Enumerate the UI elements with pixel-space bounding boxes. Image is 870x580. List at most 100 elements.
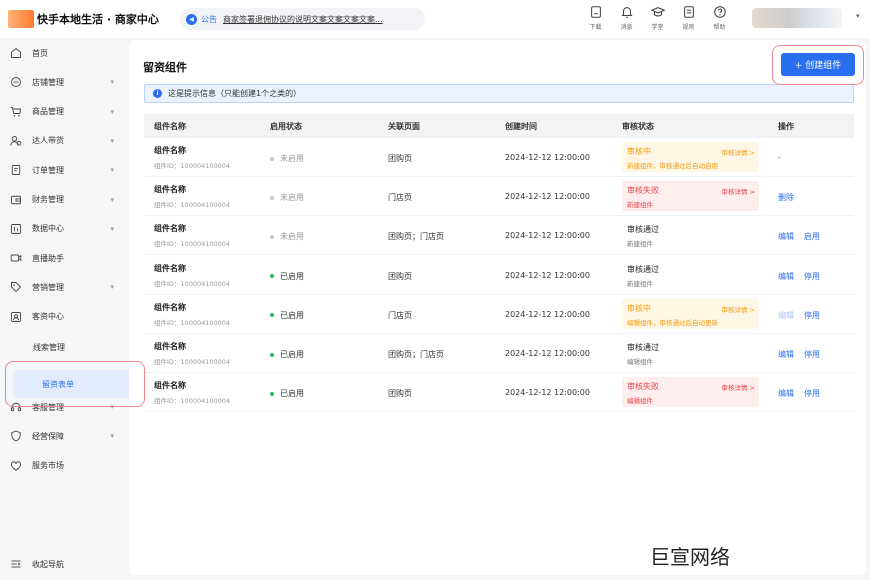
table-row: 组件名称 组件ID：100004100004 已启用 团购页；门店页 2024-12-1…: [144, 334, 854, 373]
sidebar-item-label: 直播助手: [32, 253, 64, 263]
sidebar-subitem-leads[interactable]: 线索管理: [33, 342, 65, 353]
announcement-link[interactable]: 商家签署退佣协议的说明文案文案文案文案...: [223, 14, 413, 25]
audit-status-box: 审核失败 审核详情 > 新建组件: [622, 181, 759, 212]
graduation-cap-icon: [650, 5, 665, 21]
collapse-nav-button[interactable]: 收起导航: [0, 552, 128, 576]
chevron-down-icon[interactable]: ▾: [856, 12, 860, 20]
top-tool-label: 帮助: [713, 24, 726, 31]
audit-subtext: 新建组件: [627, 240, 653, 249]
sidebar-item-shield[interactable]: 经营保障 ▾: [0, 424, 128, 448]
store-icon: [10, 76, 32, 88]
sidebar: 首页 店铺管理 ▾ 商品管理 ▾ 达人带货 ▾ 订单管理 ▾ 财务管理 ▾ 数据中心 ▾ 直播助手 营销管理…: [0, 38, 135, 580]
enable-status: 已启用: [270, 310, 304, 321]
row-actions: 编辑 停用: [778, 349, 820, 360]
highlight-active-nav: [5, 361, 145, 407]
sidebar-item-video[interactable]: 直播助手: [0, 246, 128, 270]
avatar[interactable]: [752, 8, 842, 28]
rules-icon: [682, 5, 696, 21]
sidebar-item-home[interactable]: 首页: [0, 41, 128, 65]
audit-detail-link[interactable]: 审核详情 >: [721, 147, 755, 157]
enable-status-text: 未启用: [280, 232, 304, 242]
component-name: 组件名称: [154, 185, 186, 195]
component-name: 组件名称: [154, 381, 186, 391]
audit-status-box: 审核中 审核详情 > 编辑组件，审核通过后自动更新: [622, 298, 759, 329]
chart-icon: [10, 223, 32, 235]
announcement-bar[interactable]: ◀ 公告 商家签署退佣协议的说明文案文案文案文案...: [180, 8, 425, 30]
top-tool-bell[interactable]: 消息: [611, 4, 642, 31]
top-tools: 下载 消息 学堂 规则 帮助: [580, 4, 735, 31]
collapse-icon: [10, 558, 32, 570]
action-link[interactable]: 编辑: [778, 349, 794, 360]
row-actions: 编辑 启用: [778, 231, 820, 242]
sidebar-item-label: 达人带货: [32, 136, 64, 146]
sidebar-item-label: 订单管理: [32, 165, 64, 175]
action-link[interactable]: 编辑: [778, 271, 794, 282]
linked-page: 团购页: [388, 271, 412, 281]
watermark: 巨宣网络: [650, 545, 730, 569]
audit-detail-link[interactable]: 审核详情 >: [721, 382, 755, 392]
sidebar-item-heart[interactable]: 服务市场: [0, 454, 128, 478]
top-tool-rules[interactable]: 规则: [673, 4, 704, 31]
action-link[interactable]: 停用: [804, 388, 820, 399]
sidebar-item-wallet[interactable]: 财务管理 ▾: [0, 188, 128, 212]
sidebar-item-tag[interactable]: 营销管理 ▾: [0, 275, 128, 299]
top-tool-graduation-cap[interactable]: 学堂: [642, 4, 673, 31]
shield-icon: [10, 430, 32, 442]
action-link[interactable]: 启用: [804, 231, 820, 242]
component-name: 组件名称: [154, 224, 186, 234]
action-link[interactable]: 编辑: [778, 231, 794, 242]
sidebar-item-cart[interactable]: 商品管理 ▾: [0, 100, 128, 124]
top-tool-label: 消息: [620, 24, 633, 31]
linked-page: 团购页；门店页: [388, 232, 444, 242]
created-time: 2024-12-12 12:00:00: [505, 388, 590, 398]
main-panel: 留资组件 + 创建组件 i 这是提示信息（只能创建1个之类的） 组件名称 启用状态…: [129, 40, 866, 575]
audit-detail-link[interactable]: 审核详情 >: [721, 186, 755, 196]
audit-detail-link[interactable]: 审核详情 >: [721, 304, 755, 314]
audit-status-box: 审核通过 新建组件: [622, 220, 759, 250]
component-id: 组件ID：100004100004: [154, 318, 231, 327]
action-link[interactable]: 停用: [804, 310, 820, 321]
component-id: 组件ID：100004100004: [154, 279, 231, 288]
help-icon: [713, 5, 727, 21]
audit-subtext: 编辑组件: [627, 397, 653, 406]
chevron-down-icon: ▾: [110, 136, 114, 145]
action-link[interactable]: 删除: [778, 192, 794, 203]
sidebar-item-store[interactable]: 店铺管理 ▾: [0, 70, 128, 94]
sidebar-item-chart[interactable]: 数据中心 ▾: [0, 217, 128, 241]
sidebar-item-contacts[interactable]: 客资中心: [0, 305, 128, 329]
linked-page: 团购页: [388, 154, 412, 163]
action-placeholder: -: [778, 153, 781, 162]
sidebar-item-label: 经营保障: [32, 431, 64, 441]
audit-status-text: 审核通过: [627, 225, 659, 235]
action-link[interactable]: 编辑: [778, 388, 794, 399]
collapse-nav-label: 收起导航: [32, 559, 64, 569]
sidebar-item-users[interactable]: 达人带货 ▾: [0, 129, 128, 153]
enable-status: 未启用: [270, 192, 304, 203]
audit-status-box: 审核通过 编辑组件: [622, 338, 759, 368]
created-time: 2024-12-12 12:00:00: [505, 309, 590, 319]
top-tool-help[interactable]: 帮助: [704, 4, 735, 31]
created-time: 2024-12-12 12:00:00: [505, 153, 590, 162]
component-id: 组件ID：100004100004: [154, 397, 231, 406]
enable-status-text: 已启用: [280, 310, 304, 320]
row-actions: 删除: [778, 192, 794, 203]
download-icon: [589, 5, 603, 21]
table-row: 组件名称 组件ID：100004100004 未启用 团购页 2024-12-12 12…: [144, 138, 854, 177]
sidebar-item-order[interactable]: 订单管理 ▾: [0, 158, 128, 182]
action-link[interactable]: 停用: [804, 271, 820, 282]
top-tool-download[interactable]: 下载: [580, 4, 611, 31]
action-link[interactable]: 停用: [804, 349, 820, 360]
table-row: 组件名称 组件ID：100004100004 已启用 团购页 2024-12-12 12…: [144, 256, 854, 295]
top-tool-label: 下载: [589, 24, 602, 31]
column-header: 组件名称: [154, 122, 186, 131]
audit-status-box: 审核通过 新建组件: [622, 260, 759, 290]
audit-status-box: 审核失败 审核详情 > 编辑组件: [622, 377, 759, 408]
sidebar-item-label: 数据中心: [32, 224, 64, 234]
status-dot-icon: [270, 274, 274, 279]
component-name: 组件名称: [154, 342, 186, 351]
brand-title[interactable]: 快手本地生活 · 商家中心: [37, 11, 159, 27]
brand-logo[interactable]: [8, 10, 34, 28]
enable-status: 已启用: [270, 388, 304, 399]
status-dot-icon: [270, 156, 274, 161]
audit-status-text: 审核通过: [627, 264, 659, 274]
